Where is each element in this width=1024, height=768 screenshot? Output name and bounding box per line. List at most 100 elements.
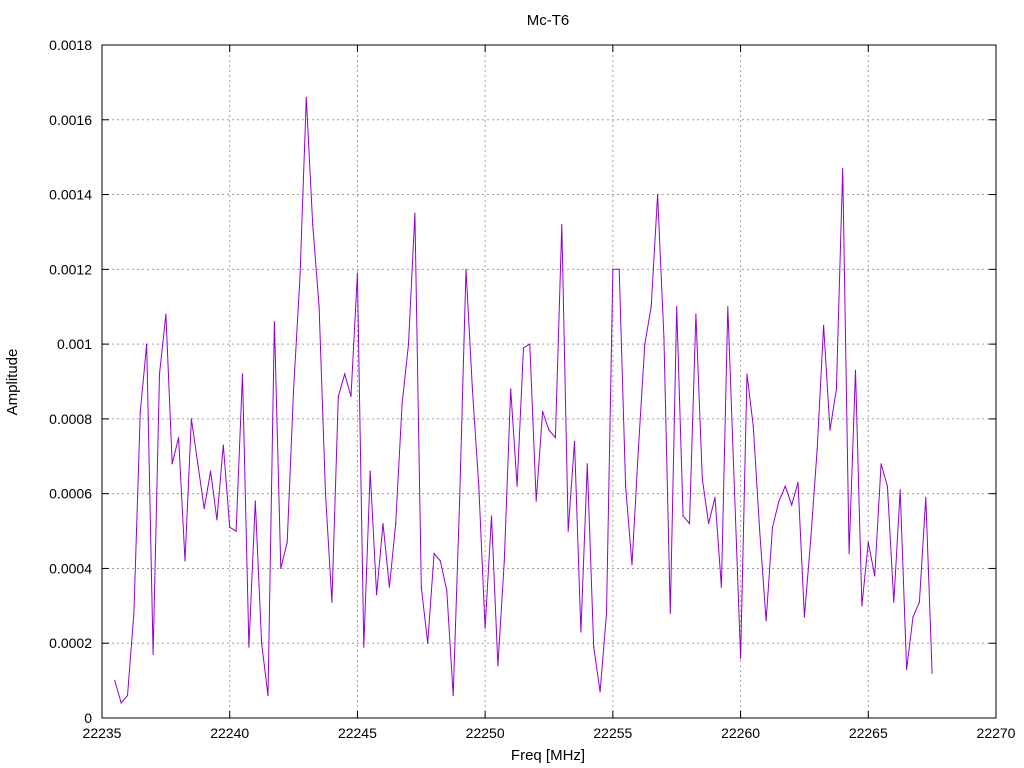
data-point [459,500,461,502]
data-point [823,324,825,326]
data-point [631,564,633,566]
data-point [337,395,339,398]
data-point [382,523,384,525]
data-point [529,343,531,345]
data-point [618,268,620,270]
data-point [222,444,224,446]
data-point [644,343,646,345]
data-point [203,508,205,510]
data-point [229,526,231,528]
data-point [120,702,122,704]
data-point [280,567,282,570]
data-point [554,437,557,439]
data-point [171,463,173,465]
data-point [625,485,627,487]
data-point [657,194,659,196]
data-point [216,519,218,521]
data-point [848,552,850,555]
data-point [190,418,192,420]
data-point [433,552,435,555]
y-tick-label: 0.001 [57,336,92,352]
data-point [318,306,320,308]
data-point [395,523,397,525]
data-point [369,470,371,472]
data-point [906,668,908,671]
data-point [407,343,410,345]
data-point [299,276,301,278]
data-point [510,388,512,390]
x-axis-title: Freq [MHz] [511,747,585,764]
data-point [867,541,869,543]
data-point [931,672,933,674]
data-point [599,691,601,693]
data-point [542,410,544,412]
data-point [401,403,403,405]
data-point [414,212,416,214]
data-point [797,481,799,483]
data-point [874,575,876,577]
data-point [708,523,710,525]
data-point [567,530,569,532]
data-point [733,481,735,483]
y-tick-label: 0.0018 [49,37,92,53]
data-point [861,605,863,607]
data-point [829,429,831,431]
data-point [439,560,441,562]
data-point [420,586,422,588]
x-tick-label: 22240 [210,725,249,741]
data-point [356,272,358,274]
data-point [810,537,812,540]
data-point [759,530,761,532]
data-point [210,470,212,472]
data-point [535,500,537,502]
data-point [114,680,116,682]
data-point [676,306,678,308]
data-point [241,373,244,375]
data-point [720,586,723,588]
data-point [695,313,697,315]
y-tick-label: 0.0012 [49,261,92,277]
data-point [522,347,525,349]
data-point [152,653,154,656]
y-tick-label: 0 [84,710,92,726]
data-point [669,612,671,614]
chart: Mc-T6 22235 22240 22245 22250 22255 22260 2226… [0,0,1024,768]
x-tick-label: 22255 [593,725,632,741]
data-point [835,388,838,390]
data-point [248,646,250,648]
data-point [324,493,327,495]
data-point [344,373,346,375]
data-point [663,336,665,338]
data-point [752,425,754,427]
data-point [854,369,857,371]
x-tick-label: 22270 [977,725,1016,741]
data-point [312,223,314,226]
data-point [465,268,467,270]
data-point [452,695,454,697]
chart-title: Mc-T6 [527,12,570,29]
data-point [165,313,167,315]
data-point [580,631,582,633]
data-point [139,410,141,412]
data-point [561,223,563,226]
data-point [446,590,448,592]
data-point [331,601,333,603]
y-tick-label: 0.0006 [49,486,92,502]
y-tick-label: 0.0016 [49,112,92,128]
data-point [816,448,818,450]
data-point [573,440,576,442]
data-point [388,586,390,588]
data-point [146,343,148,345]
data-point [899,489,901,491]
data-point [158,373,161,375]
data-point [912,616,914,618]
data-point [727,306,729,308]
y-tick-label: 0.0004 [49,560,92,576]
data-point [765,620,767,622]
x-tick-label: 22250 [466,725,505,741]
data-point [305,96,307,98]
data-point [273,321,275,323]
data-point [490,515,493,517]
data-point [682,515,684,517]
data-point [497,665,499,667]
